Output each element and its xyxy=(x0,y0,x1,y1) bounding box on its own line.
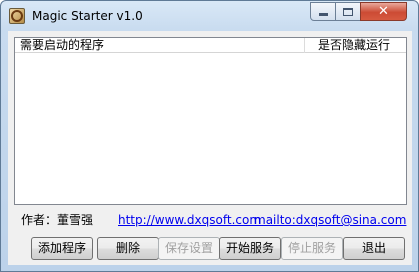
window-title: Magic Starter v1.0 xyxy=(32,9,143,23)
title-bar[interactable]: Magic Starter v1.0 ✕ xyxy=(1,1,418,31)
list-header: 需要启动的程序 是否隐藏运行 xyxy=(15,38,406,53)
minimize-icon xyxy=(318,13,328,16)
app-window: Magic Starter v1.0 ✕ 需要启动的程序 是否隐藏运行 作者：董… xyxy=(0,0,419,272)
close-icon: ✕ xyxy=(378,4,389,19)
client-area: 需要启动的程序 是否隐藏运行 作者：董雪强 http://www.dxqsoft… xyxy=(8,31,412,265)
maximize-button[interactable] xyxy=(335,2,361,21)
column-header-hidden[interactable]: 是否隐藏运行 xyxy=(305,38,406,53)
exit-button[interactable]: 退出 xyxy=(343,237,405,260)
app-icon[interactable] xyxy=(9,8,25,24)
email-link[interactable]: mailto:dxqsoft@sina.com xyxy=(254,211,406,229)
maximize-icon xyxy=(343,7,353,16)
delete-button[interactable]: 删除 xyxy=(97,237,159,260)
add-program-button[interactable]: 添加程序 xyxy=(31,237,93,260)
minimize-button[interactable] xyxy=(310,2,336,21)
stop-service-button[interactable]: 停止服务 xyxy=(281,237,343,260)
website-link[interactable]: http://www.dxqsoft.com xyxy=(118,211,261,229)
save-settings-button[interactable]: 保存设置 xyxy=(158,237,220,260)
start-service-button[interactable]: 开始服务 xyxy=(219,237,281,260)
close-button[interactable]: ✕ xyxy=(360,2,407,21)
program-list[interactable]: 需要启动的程序 是否隐藏运行 xyxy=(14,37,407,205)
column-header-program[interactable]: 需要启动的程序 xyxy=(15,38,305,53)
author-label: 作者：董雪强 xyxy=(21,213,94,227)
